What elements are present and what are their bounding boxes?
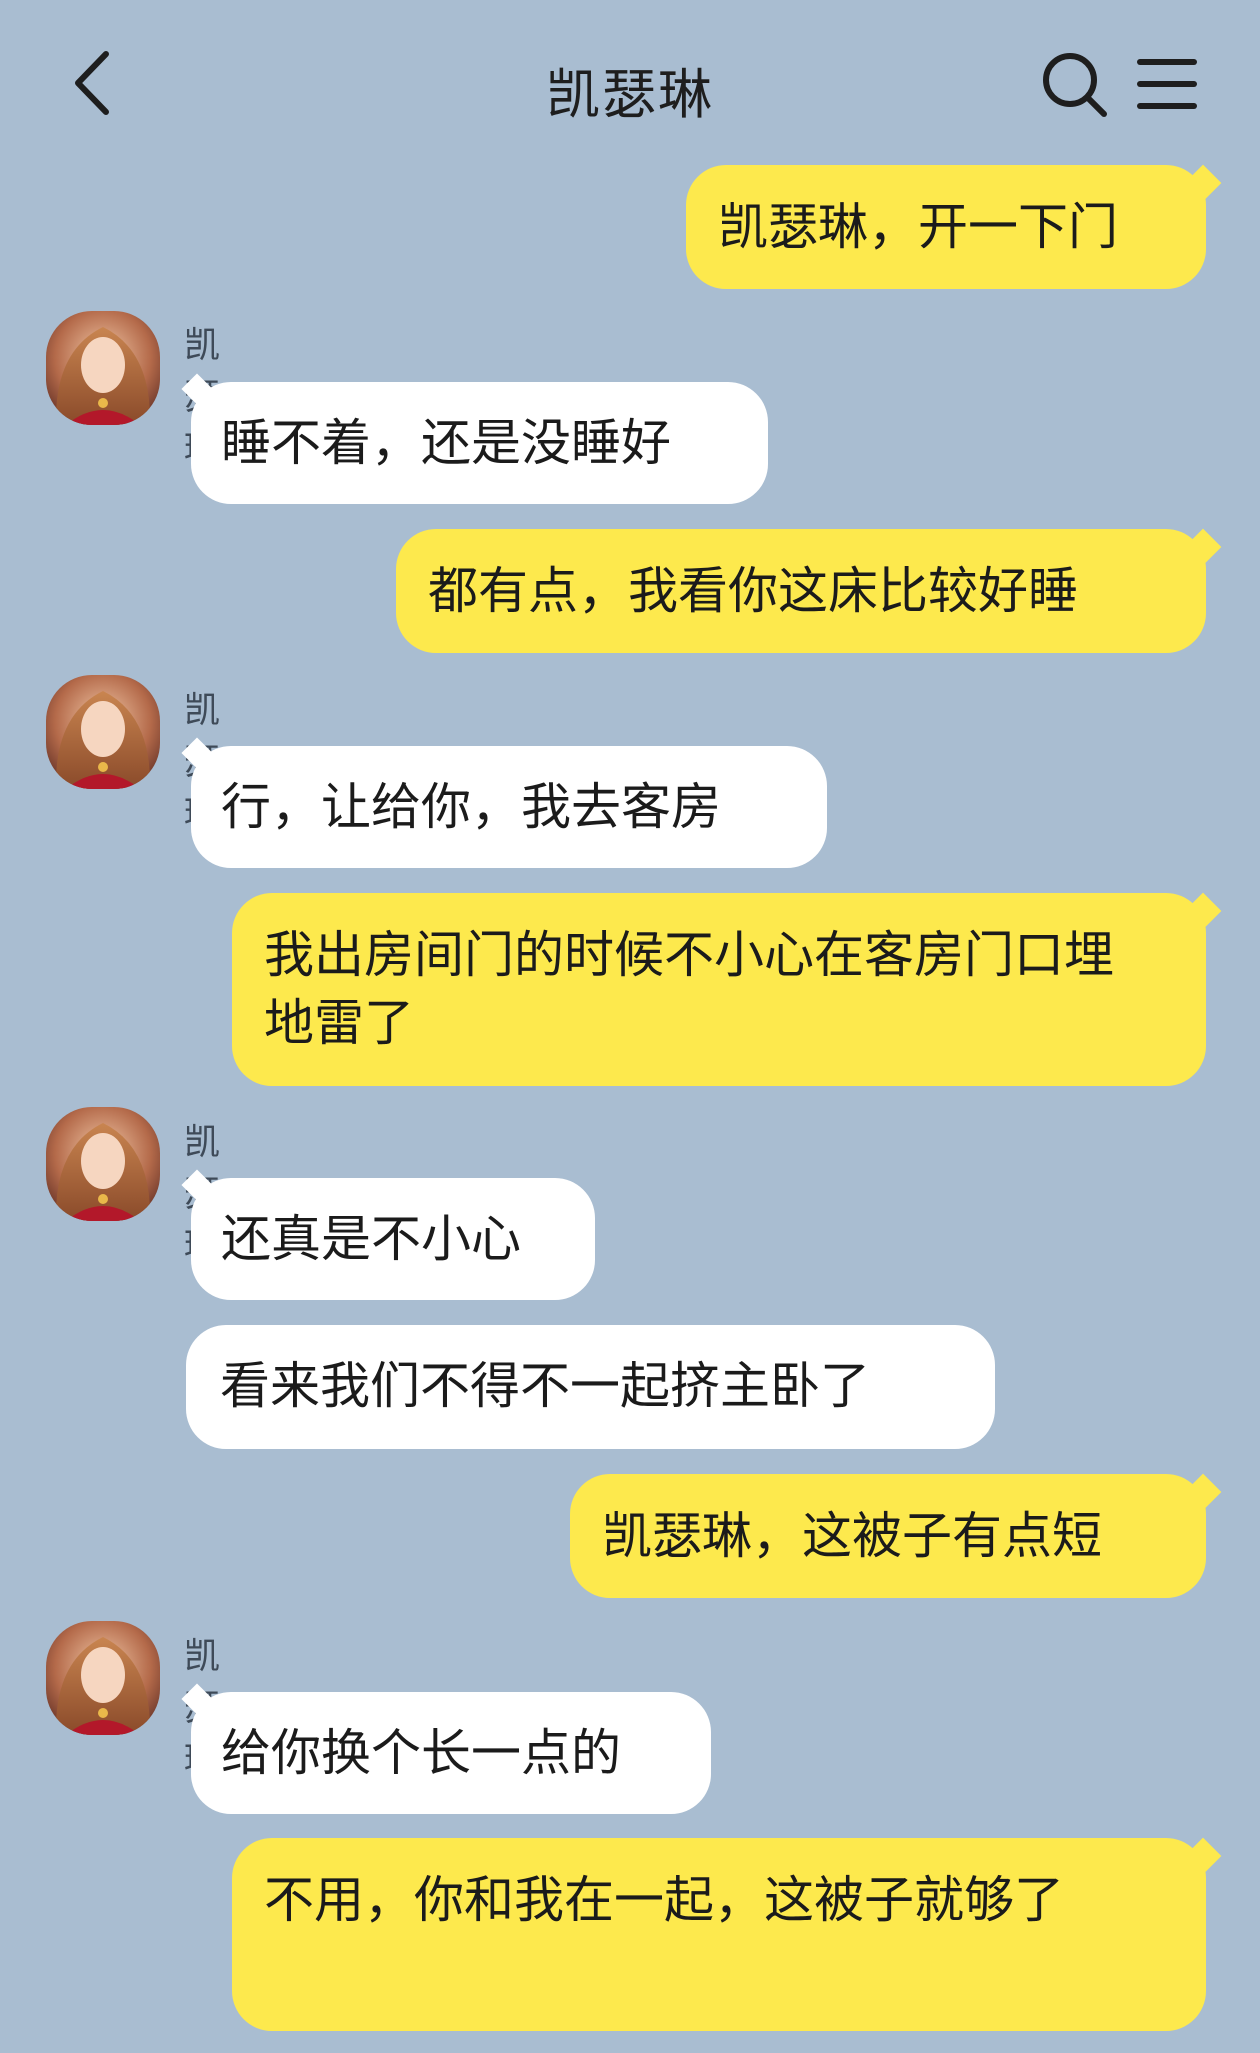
message-bubble[interactable]: 睡不着，还是没睡好	[191, 382, 768, 504]
message-bubble[interactable]: 凯瑟琳，这被子有点短	[570, 1474, 1206, 1598]
menu-button[interactable]	[1136, 54, 1198, 114]
message-bubble[interactable]: 给你换个长一点的	[191, 1692, 711, 1814]
avatar[interactable]	[46, 1107, 160, 1221]
search-button[interactable]	[1040, 50, 1110, 120]
message-bubble[interactable]: 都有点，我看你这床比较好睡	[396, 529, 1206, 653]
message-bubble[interactable]: 还真是不小心	[191, 1178, 595, 1300]
avatar[interactable]	[46, 1621, 160, 1735]
message-bubble[interactable]: 我出房间门的时候不小心在客房门口埋地雷了	[232, 893, 1206, 1086]
message-bubble[interactable]: 不用，你和我在一起，这被子就够了	[232, 1838, 1206, 2031]
menu-icon	[1137, 59, 1197, 109]
message-bubble[interactable]: 凯瑟琳，开一下门	[686, 165, 1206, 289]
message-bubble[interactable]: 行，让给你，我去客房	[191, 746, 827, 868]
avatar[interactable]	[46, 675, 160, 789]
chat-header: 凯瑟琳	[0, 0, 1260, 170]
avatar[interactable]	[46, 311, 160, 425]
search-icon	[1043, 53, 1107, 117]
message-bubble[interactable]: 看来我们不得不一起挤主卧了	[186, 1325, 995, 1449]
